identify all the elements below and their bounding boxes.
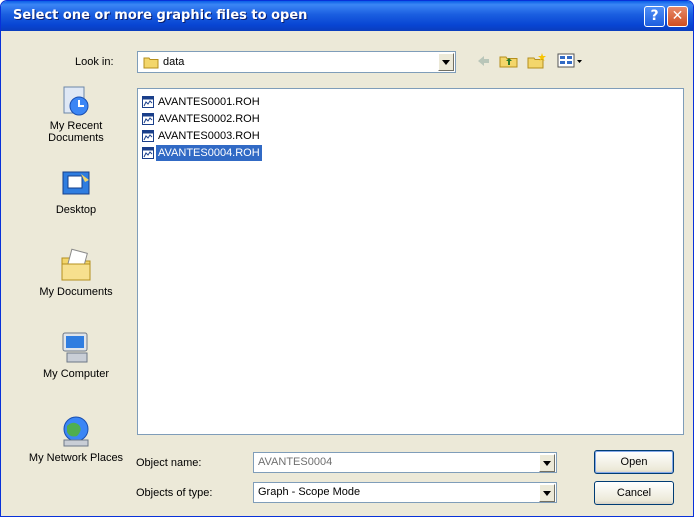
objects-of-type-label: Objects of type:: [136, 487, 213, 499]
desktop-icon: [62, 171, 90, 195]
place-my-documents[interactable]: My Documents: [22, 248, 130, 298]
look-in-value: data: [163, 56, 185, 68]
back-arrow-icon[interactable]: [475, 53, 491, 69]
look-in-dropdown-arrow[interactable]: [438, 53, 454, 71]
my-computer-icon: [62, 332, 88, 363]
object-name-field[interactable]: AVANTES0004: [253, 452, 557, 473]
place-desktop[interactable]: Desktop: [22, 168, 130, 216]
place-my-recent-documents[interactable]: My Recent Documents: [22, 84, 130, 144]
place-label: My Recent Documents: [48, 120, 104, 144]
help-button[interactable]: ?: [644, 6, 665, 27]
cancel-button[interactable]: Cancel: [594, 481, 674, 505]
place-label: My Network Places: [28, 452, 124, 464]
recent-documents-icon: [63, 86, 89, 116]
object-name-label: Object name:: [136, 457, 202, 469]
help-icon: ?: [650, 8, 659, 24]
new-folder-icon[interactable]: [527, 53, 547, 69]
dialog-title: Select one or more graphic files to open: [13, 8, 308, 23]
objects-of-type-value: Graph - Scope Mode: [258, 486, 361, 498]
graph-file-icon: [142, 147, 154, 159]
open-file-dialog: Select one or more graphic files to open…: [0, 0, 694, 517]
close-icon: ✕: [671, 8, 684, 24]
folder-icon: [143, 57, 159, 69]
place-my-computer[interactable]: My Computer: [22, 330, 130, 380]
place-label: My Computer: [42, 368, 110, 380]
network-places-icon: [63, 416, 89, 447]
objects-of-type-dropdown[interactable]: Graph - Scope Mode: [253, 482, 557, 503]
title-bar[interactable]: Select one or more graphic files to open…: [1, 1, 693, 31]
graph-file-icon: [142, 130, 154, 142]
open-button[interactable]: Open: [594, 450, 674, 474]
file-name: AVANTES0001.ROH: [158, 96, 260, 108]
my-documents-icon: [61, 248, 91, 281]
close-button[interactable]: ✕: [667, 6, 688, 27]
place-label: My Documents: [39, 286, 113, 298]
up-one-level-icon[interactable]: [499, 53, 519, 69]
file-name: AVANTES0002.ROH: [158, 113, 260, 125]
places-bar: My Recent Documents Desktop My Documents: [22, 84, 130, 494]
objects-of-type-dropdown-arrow[interactable]: [539, 484, 555, 502]
graph-file-icon: [142, 96, 154, 108]
look-in-dropdown[interactable]: data: [137, 51, 456, 73]
file-name: AVANTES0003.ROH: [158, 130, 260, 142]
view-menu-icon[interactable]: [557, 53, 583, 69]
file-name: AVANTES0004.ROH: [156, 145, 262, 161]
file-list[interactable]: AVANTES0001.ROH AVANTES0002.ROH AVANTES0…: [137, 88, 684, 435]
look-in-label: Look in:: [75, 56, 114, 68]
object-name-dropdown-arrow[interactable]: [539, 454, 555, 472]
object-name-value: AVANTES0004: [258, 456, 333, 468]
graph-file-icon: [142, 113, 154, 125]
place-label: Desktop: [55, 204, 97, 216]
place-my-network-places[interactable]: My Network Places: [22, 414, 130, 464]
